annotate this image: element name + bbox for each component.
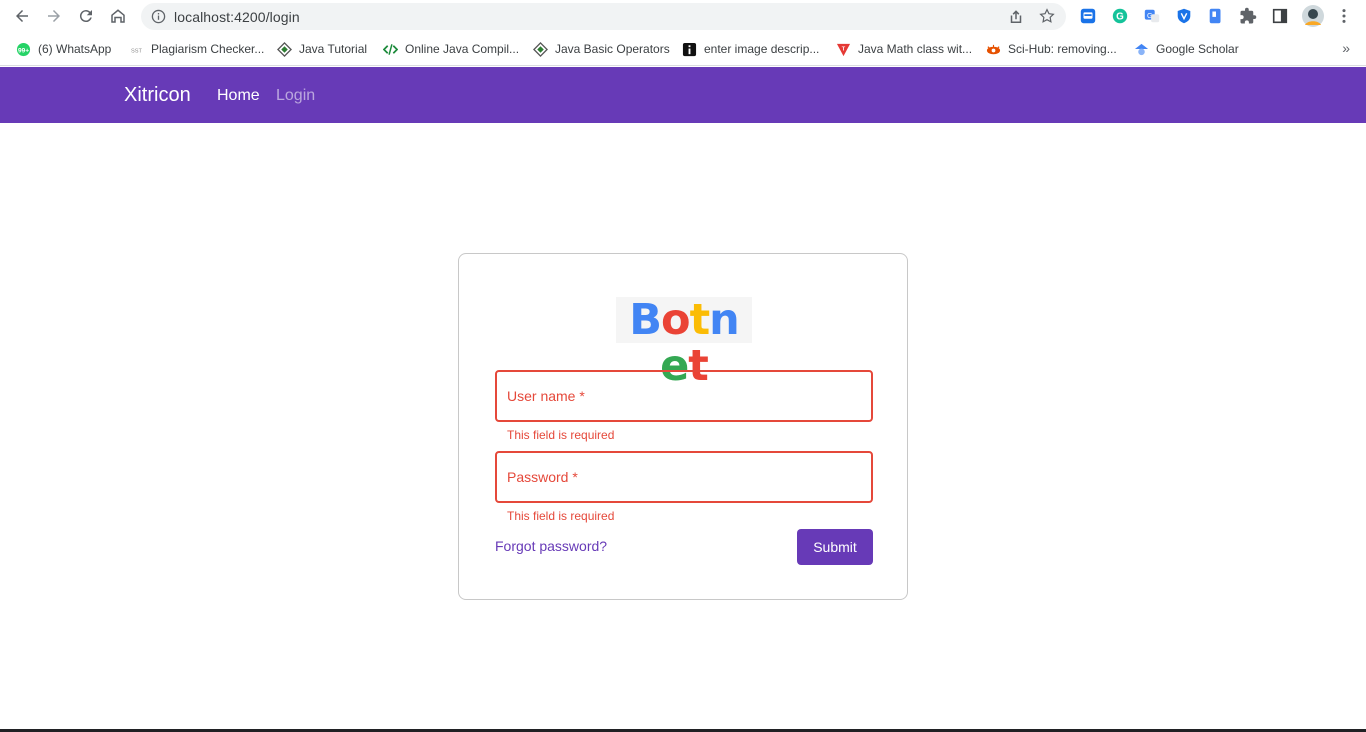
reload-icon[interactable]: [72, 2, 100, 30]
forward-icon[interactable]: [40, 2, 68, 30]
back-icon[interactable]: [8, 2, 36, 30]
username-field[interactable]: User name *: [495, 370, 873, 422]
brand-link[interactable]: Xitricon: [124, 84, 191, 107]
sst-icon: SST: [128, 41, 144, 57]
bookmark-sci-hub[interactable]: Sci-Hub: removing...: [985, 39, 1117, 59]
submit-button[interactable]: Submit: [797, 529, 873, 565]
bookmarks-bar: 99+ (6) WhatsApp SST Plagiarism Checker.…: [0, 33, 1366, 66]
info-black-icon: [681, 41, 697, 57]
bookmark-online-java-compiler[interactable]: Online Java Compil...: [382, 39, 519, 59]
bookmark-java-basic-operators[interactable]: Java Basic Operators: [532, 39, 670, 59]
login-card: Botnet User name * This field is require…: [458, 253, 908, 600]
code-icon: [382, 41, 398, 57]
svg-text:SST: SST: [131, 48, 142, 54]
username-input[interactable]: [497, 372, 871, 420]
bookmark-plagiarism-checker[interactable]: SST Plagiarism Checker...: [128, 39, 264, 59]
url-text[interactable]: localhost:4200/login: [174, 9, 300, 25]
svg-text:99+: 99+: [17, 47, 28, 54]
shield-icon[interactable]: [1174, 6, 1194, 26]
star-icon[interactable]: [1038, 7, 1056, 25]
profile-avatar[interactable]: [1302, 5, 1324, 27]
extension-icon-1[interactable]: [1078, 6, 1098, 26]
logo-letter: t: [689, 295, 711, 345]
scihub-icon: [985, 41, 1001, 57]
info-icon[interactable]: [151, 9, 166, 24]
password-error: This field is required: [507, 509, 615, 523]
grammarly-icon[interactable]: G: [1110, 6, 1130, 26]
extension-icon-2[interactable]: [1206, 6, 1226, 26]
bookmarks-overflow-icon[interactable]: »: [1342, 40, 1350, 56]
bookmark-whatsapp[interactable]: 99+ (6) WhatsApp: [15, 39, 111, 59]
whatsapp-icon: 99+: [15, 41, 31, 57]
bookmark-java-tutorial[interactable]: Java Tutorial: [276, 39, 367, 59]
svg-text:T: T: [841, 46, 845, 52]
side-panel-icon[interactable]: [1270, 6, 1290, 26]
logo-letter: o: [661, 295, 691, 345]
address-bar[interactable]: localhost:4200/login: [141, 3, 1066, 30]
browser-toolbar: localhost:4200/login G G: [0, 0, 1366, 33]
diamond-icon: [532, 41, 548, 57]
app-navbar: Xitricon Home Login: [0, 67, 1366, 123]
home-icon[interactable]: [104, 2, 132, 30]
bookmark-google-scholar[interactable]: Google Scholar: [1133, 39, 1239, 59]
extensions-icon[interactable]: [1238, 6, 1258, 26]
password-field[interactable]: Password *: [495, 451, 873, 503]
diamond-icon: [276, 41, 292, 57]
share-icon[interactable]: [1007, 8, 1025, 26]
nav-home-link[interactable]: Home: [217, 87, 260, 105]
bookmark-enter-image-description[interactable]: enter image descrip...: [681, 39, 819, 59]
bookmark-java-math-class[interactable]: T Java Math class wit...: [835, 39, 972, 59]
botnet-logo: Botnet: [616, 295, 752, 389]
translate-icon[interactable]: G: [1142, 6, 1162, 26]
forgot-password-link[interactable]: Forgot password?: [495, 538, 607, 554]
nav-login-link[interactable]: Login: [276, 87, 315, 105]
menu-icon[interactable]: [1334, 6, 1354, 26]
triangle-icon: T: [835, 41, 851, 57]
username-error: This field is required: [507, 428, 615, 442]
logo-letter: n: [709, 295, 740, 345]
svg-text:G: G: [1116, 12, 1124, 23]
logo-letter: B: [629, 295, 662, 345]
scholar-icon: [1133, 41, 1149, 57]
password-input[interactable]: [497, 453, 871, 501]
